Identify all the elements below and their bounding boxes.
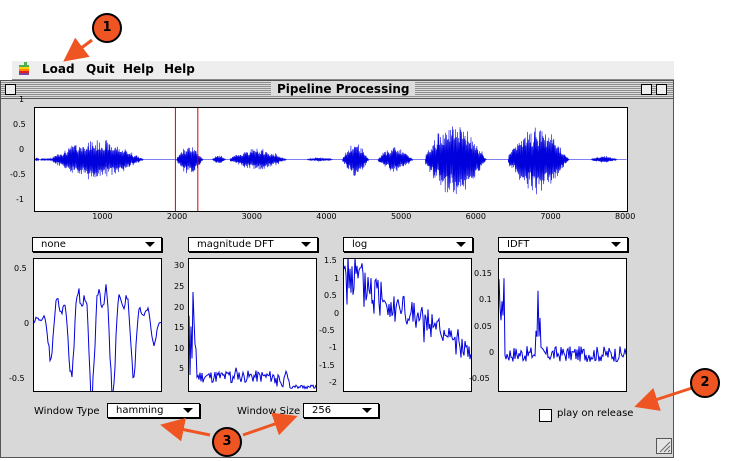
annotation-arrows xyxy=(63,37,693,442)
callout-badge-3: 3 xyxy=(212,427,242,457)
callout2-arrow xyxy=(634,386,693,411)
callout3-arrow-left xyxy=(160,417,211,442)
callout-badge-2: 2 xyxy=(690,368,720,398)
callout1-arrow xyxy=(63,37,93,62)
callout3-arrow-right xyxy=(242,412,298,437)
callout-badge-1: 1 xyxy=(92,13,122,43)
